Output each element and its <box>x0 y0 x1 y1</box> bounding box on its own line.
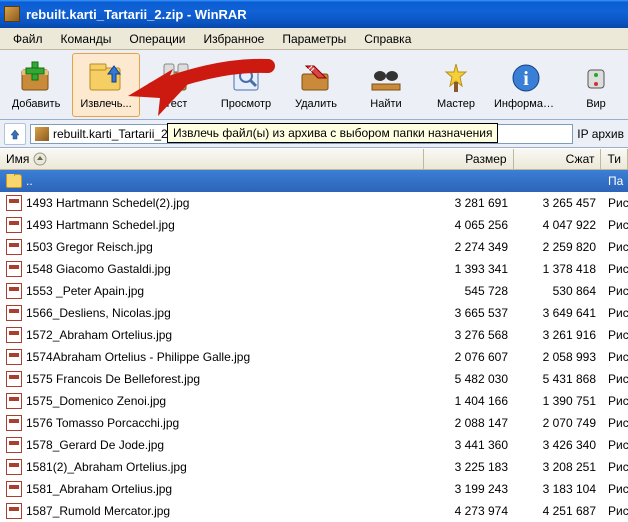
svg-text:i: i <box>523 68 529 90</box>
toolbar: Добавить Извлечь... Тест Просмотр Удалить Най… <box>0 50 628 120</box>
folder-up-icon <box>6 174 22 188</box>
file-row[interactable]: 1572_Abraham Ortelius.jpg3 276 5683 261 … <box>0 324 628 346</box>
file-row[interactable]: 1575_Domenico Zenoi.jpg1 404 1661 390 75… <box>0 390 628 412</box>
toolbar-delete-button[interactable]: Удалить <box>282 53 350 117</box>
title-bar: rebuilt.karti_Tartarii_2.zip - WinRAR <box>0 0 628 28</box>
archive-icon <box>35 127 49 141</box>
virus-icon <box>576 60 616 96</box>
image-file-icon <box>6 305 22 321</box>
extract-icon <box>86 60 126 96</box>
image-file-icon <box>6 415 22 431</box>
header-packed[interactable]: Сжат <box>514 149 602 169</box>
image-file-icon <box>6 459 22 475</box>
menu-favorites[interactable]: Избранное <box>195 30 274 48</box>
header-name[interactable]: Имя <box>0 149 424 169</box>
app-icon <box>4 6 20 22</box>
toolbar-label: Извлечь... <box>80 98 131 110</box>
file-row[interactable]: 1581_Abraham Ortelius.jpg3 199 2433 183 … <box>0 478 628 500</box>
header-size[interactable]: Размер <box>424 149 514 169</box>
toolbar-label: Просмотр <box>221 98 271 110</box>
image-file-icon <box>6 283 22 299</box>
delete-icon <box>296 60 336 96</box>
toolbar-label: Мастер <box>437 98 475 110</box>
file-row[interactable]: 1548 Giacomo Gastaldi.jpg1 393 3411 378 … <box>0 258 628 280</box>
menu-commands[interactable]: Команды <box>52 30 121 48</box>
image-file-icon <box>6 239 22 255</box>
file-row[interactable]: 1575 Francois De Belleforest.jpg5 482 03… <box>0 368 628 390</box>
menu-bar: Файл Команды Операции Избранное Параметр… <box>0 28 628 50</box>
toolbar-label: Вир <box>586 98 606 110</box>
toolbar-info-button[interactable]: i Информация <box>492 53 560 117</box>
toolbar-extract-button[interactable]: Извлечь... <box>72 53 140 117</box>
view-icon <box>226 60 266 96</box>
menu-file[interactable]: Файл <box>4 30 52 48</box>
image-file-icon <box>6 371 22 387</box>
file-row[interactable]: 1493 Hartmann Schedel(2).jpg3 281 6913 2… <box>0 192 628 214</box>
address-tail: IP архив <box>577 127 624 141</box>
file-row[interactable]: 1553 _Peter Apain.jpg545 728530 864Рис <box>0 280 628 302</box>
toolbar-label: Добавить <box>12 98 61 110</box>
sort-asc-icon <box>33 152 47 166</box>
menu-help[interactable]: Справка <box>355 30 420 48</box>
wizard-icon <box>436 60 476 96</box>
parent-folder-row[interactable]: ..Па <box>0 170 628 192</box>
find-icon <box>366 60 406 96</box>
menu-operations[interactable]: Операции <box>120 30 194 48</box>
image-file-icon <box>6 195 22 211</box>
image-file-icon <box>6 349 22 365</box>
toolbar-virus-button[interactable]: Вир <box>562 53 628 117</box>
toolbar-label: Найти <box>370 98 401 110</box>
add-icon <box>16 60 56 96</box>
file-row[interactable]: 1587_Rumold Mercator.jpg4 273 9744 251 6… <box>0 500 628 522</box>
file-list: ..Па1493 Hartmann Schedel(2).jpg3 281 69… <box>0 170 628 522</box>
file-row[interactable]: 1574Abraham Ortelius - Philippe Galle.jp… <box>0 346 628 368</box>
file-row[interactable]: 1581(2)_Abraham Ortelius.jpg3 225 1833 2… <box>0 456 628 478</box>
column-headers: Имя Размер Сжат Ти <box>0 148 628 170</box>
image-file-icon <box>6 437 22 453</box>
file-row[interactable]: 1493 Hartmann Schedel.jpg4 065 2564 047 … <box>0 214 628 236</box>
toolbar-find-button[interactable]: Найти <box>352 53 420 117</box>
test-icon <box>156 60 196 96</box>
up-button[interactable] <box>4 123 26 145</box>
toolbar-test-button[interactable]: Тест <box>142 53 210 117</box>
image-file-icon <box>6 393 22 409</box>
image-file-icon <box>6 327 22 343</box>
image-file-icon <box>6 261 22 277</box>
tooltip: Извлечь файл(ы) из архива с выбором папк… <box>167 123 498 143</box>
file-row[interactable]: 1503 Gregor Reisch.jpg2 274 3492 259 820… <box>0 236 628 258</box>
toolbar-view-button[interactable]: Просмотр <box>212 53 280 117</box>
file-row[interactable]: 1578_Gerard De Jode.jpg3 441 3603 426 34… <box>0 434 628 456</box>
toolbar-add-button[interactable]: Добавить <box>2 53 70 117</box>
file-row[interactable]: 1566_Desliens, Nicolas.jpg3 665 5373 649… <box>0 302 628 324</box>
image-file-icon <box>6 503 22 519</box>
toolbar-wizard-button[interactable]: Мастер <box>422 53 490 117</box>
image-file-icon <box>6 217 22 233</box>
image-file-icon <box>6 481 22 497</box>
info-icon: i <box>506 60 546 96</box>
window-title: rebuilt.karti_Tartarii_2.zip - WinRAR <box>26 7 247 22</box>
toolbar-label: Удалить <box>295 98 337 110</box>
toolbar-label: Тест <box>165 98 188 110</box>
toolbar-label: Информация <box>494 98 558 110</box>
header-type[interactable]: Ти <box>601 149 628 169</box>
menu-options[interactable]: Параметры <box>273 30 355 48</box>
file-row[interactable]: 1576 Tomasso Porcacchi.jpg2 088 1472 070… <box>0 412 628 434</box>
